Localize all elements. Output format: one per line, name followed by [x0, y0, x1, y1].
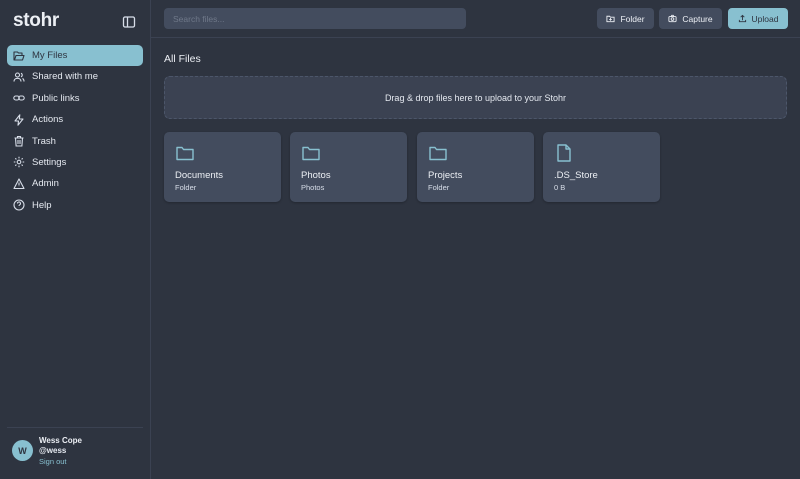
file-card-photos[interactable]: Photos Photos: [290, 132, 407, 202]
sidebar-item-settings[interactable]: Settings: [7, 152, 143, 173]
warning-icon: [13, 178, 25, 190]
file-name: Photos: [301, 170, 331, 181]
upload-label: Upload: [751, 13, 779, 24]
lightning-icon: [13, 113, 25, 126]
sidebar-item-label: Shared with me: [32, 71, 99, 83]
capture-label: Capture: [682, 13, 713, 24]
folder-icon: [175, 143, 195, 163]
file-icon: [554, 143, 574, 163]
file-meta: Folder: [175, 183, 197, 192]
sidebar-item-label: Settings: [32, 156, 67, 168]
sidebar-item-label: Help: [32, 199, 52, 211]
file-name: Documents: [175, 170, 224, 181]
sidebar-toggle-icon[interactable]: [122, 15, 136, 29]
sidebar-item-actions[interactable]: Actions: [7, 109, 143, 130]
sign-out-link[interactable]: Sign out: [39, 457, 67, 466]
file-card-documents[interactable]: Documents Folder: [164, 132, 281, 202]
capture-button[interactable]: Capture: [659, 8, 722, 29]
file-name: Projects: [428, 170, 463, 181]
file-card-ds-store[interactable]: .DS_Store 0 B: [543, 132, 660, 202]
folder-icon: [428, 143, 448, 163]
avatar[interactable]: W: [12, 440, 33, 461]
divider: [7, 427, 143, 428]
sidebar-item-help[interactable]: Help: [7, 195, 143, 216]
sidebar-item-trash[interactable]: Trash: [7, 131, 143, 152]
folder-plus-icon: [606, 15, 616, 23]
user-name: Wess Cope: [39, 436, 82, 445]
user-handle: @wess: [39, 446, 67, 455]
gear-icon: [13, 156, 25, 168]
sidebar-item-admin[interactable]: Admin: [7, 173, 143, 194]
sidebar-item-label: Actions: [32, 114, 64, 126]
link-icon: [13, 92, 25, 104]
new-folder-button[interactable]: Folder: [597, 8, 654, 29]
folder-open-icon: [13, 50, 25, 62]
sidebar-item-my-files[interactable]: My Files: [7, 45, 143, 66]
folder-icon: [301, 143, 321, 163]
sidebar-nav: My Files Shared with me Public links Act…: [7, 45, 143, 216]
sidebar-item-label: Public links: [32, 92, 80, 104]
sidebar-item-label: Admin: [32, 178, 59, 190]
file-name: .DS_Store: [554, 170, 598, 181]
page-title: All Files: [164, 53, 201, 65]
file-meta: Folder: [428, 183, 450, 192]
sidebar-item-shared-with-me[interactable]: Shared with me: [7, 66, 143, 87]
file-card-projects[interactable]: Projects Folder: [417, 132, 534, 202]
file-meta: Photos: [301, 183, 325, 192]
sidebar: stohr My Files Shared with me Public lin…: [0, 0, 151, 479]
users-icon: [13, 71, 25, 83]
search-input[interactable]: [164, 8, 466, 29]
new-folder-label: Folder: [620, 13, 645, 24]
camera-icon: [668, 14, 677, 23]
top-bar: Folder Capture Upload: [151, 0, 800, 38]
upload-button[interactable]: Upload: [728, 8, 788, 29]
upload-dropzone[interactable]: Drag & drop files here to upload to your…: [164, 76, 787, 119]
sidebar-item-public-links[interactable]: Public links: [7, 88, 143, 109]
file-meta: 0 B: [554, 183, 566, 192]
trash-icon: [13, 135, 25, 147]
sidebar-item-label: Trash: [32, 135, 56, 147]
sidebar-item-label: My Files: [32, 50, 68, 61]
upload-icon: [738, 14, 746, 23]
brand-logo: stohr: [13, 10, 60, 31]
help-circle-icon: [13, 199, 25, 211]
